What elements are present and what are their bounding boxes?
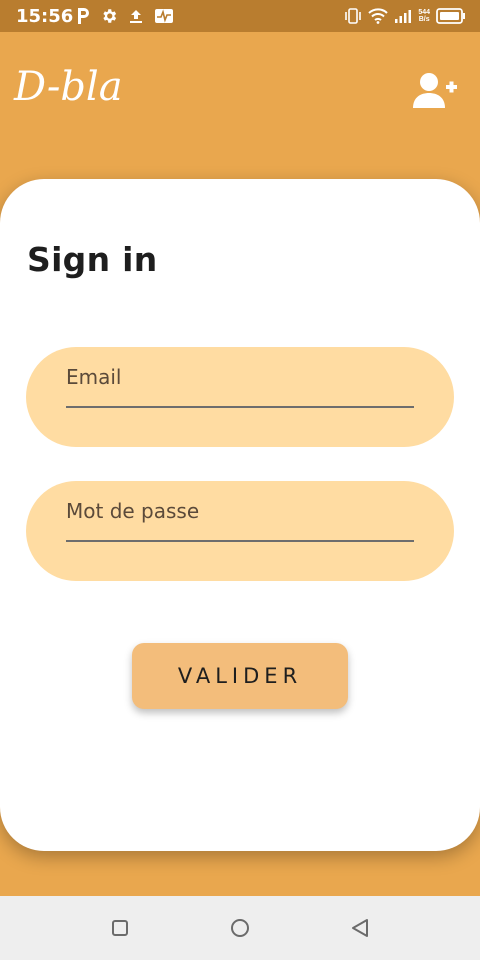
submit-button[interactable]: VALIDER (132, 643, 348, 709)
upload-icon (130, 10, 142, 23)
logo-text: D-bla (13, 64, 122, 110)
password-underline (66, 540, 414, 542)
email-label: Email (66, 365, 122, 389)
email-underline (66, 406, 414, 408)
back-icon[interactable] (346, 914, 374, 942)
wifi-icon (368, 8, 389, 24)
email-field[interactable]: Email (26, 347, 454, 447)
add-user-icon[interactable] (412, 72, 458, 110)
gear-icon (103, 9, 117, 23)
vibrate-icon (345, 8, 362, 24)
password-label: Mot de passe (66, 499, 200, 523)
net-speed-unit: B/s (418, 16, 430, 23)
status-bar: 15:56 544 B/s (0, 0, 480, 32)
recent-apps-icon[interactable] (106, 914, 134, 942)
page-title: Sign in (27, 240, 158, 279)
net-speed: 544 B/s (418, 9, 430, 23)
status-time: 15:56 (16, 6, 74, 27)
logo: D-bla (13, 64, 122, 110)
nav-bar (0, 896, 480, 960)
status-icons-right: 544 B/s (344, 6, 466, 26)
home-icon[interactable] (226, 914, 254, 942)
activity-icon (155, 9, 173, 23)
password-field[interactable]: Mot de passe (26, 481, 454, 581)
parking-icon (78, 8, 89, 24)
net-speed-value: 544 (418, 9, 430, 16)
battery-icon (436, 8, 465, 24)
status-icons-left (76, 6, 174, 26)
signal-icon (395, 10, 412, 23)
